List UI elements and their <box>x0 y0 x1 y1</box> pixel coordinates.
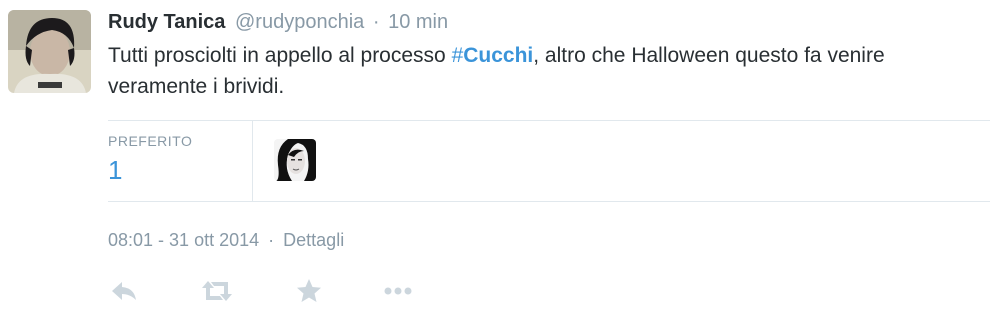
relative-time-link[interactable]: 10 min <box>388 11 448 33</box>
header-separator: · <box>372 11 380 33</box>
tweet-meta: 08:01 - 31 ott 2014 · Dettagli <box>108 229 344 251</box>
author-avatar[interactable] <box>8 10 91 93</box>
favorite-star-icon <box>294 276 324 306</box>
tweet-text: Tutti prosciolti in appello al processo … <box>108 40 968 102</box>
author-name[interactable]: Rudy Tanica <box>108 11 225 33</box>
tweet-header: Rudy Tanica @rudyponchia · 10 min <box>108 10 448 34</box>
favorites-count: 1 <box>108 155 123 185</box>
stats-vertical-divider <box>252 121 253 201</box>
favorite-button[interactable] <box>294 276 324 306</box>
reply-icon <box>108 276 140 306</box>
reply-button[interactable] <box>108 276 140 306</box>
full-timestamp-link[interactable]: 08:01 - 31 ott 2014 <box>108 230 259 250</box>
favoriter-avatar[interactable] <box>274 139 316 181</box>
hashtag-word: Cucchi <box>463 44 534 67</box>
tweet-stats: PREFERITO 1 <box>108 121 990 201</box>
tweet-text-before: Tutti prosciolti in appello al processo <box>108 44 452 67</box>
retweet-icon <box>198 276 236 306</box>
details-link[interactable]: Dettagli <box>283 230 344 250</box>
more-icon <box>382 276 416 306</box>
stats-bottom-divider <box>108 201 990 202</box>
hashtag-symbol: # <box>451 44 464 67</box>
author-screen-name[interactable]: @rudyponchia <box>235 11 364 33</box>
favorites-label: PREFERITO <box>108 133 193 149</box>
hashtag-link[interactable]: #Cucchi <box>452 44 534 67</box>
favorites-stat[interactable]: PREFERITO 1 <box>108 121 251 201</box>
meta-separator: · <box>268 230 275 250</box>
more-button[interactable] <box>382 276 416 306</box>
retweet-button[interactable] <box>198 276 236 306</box>
